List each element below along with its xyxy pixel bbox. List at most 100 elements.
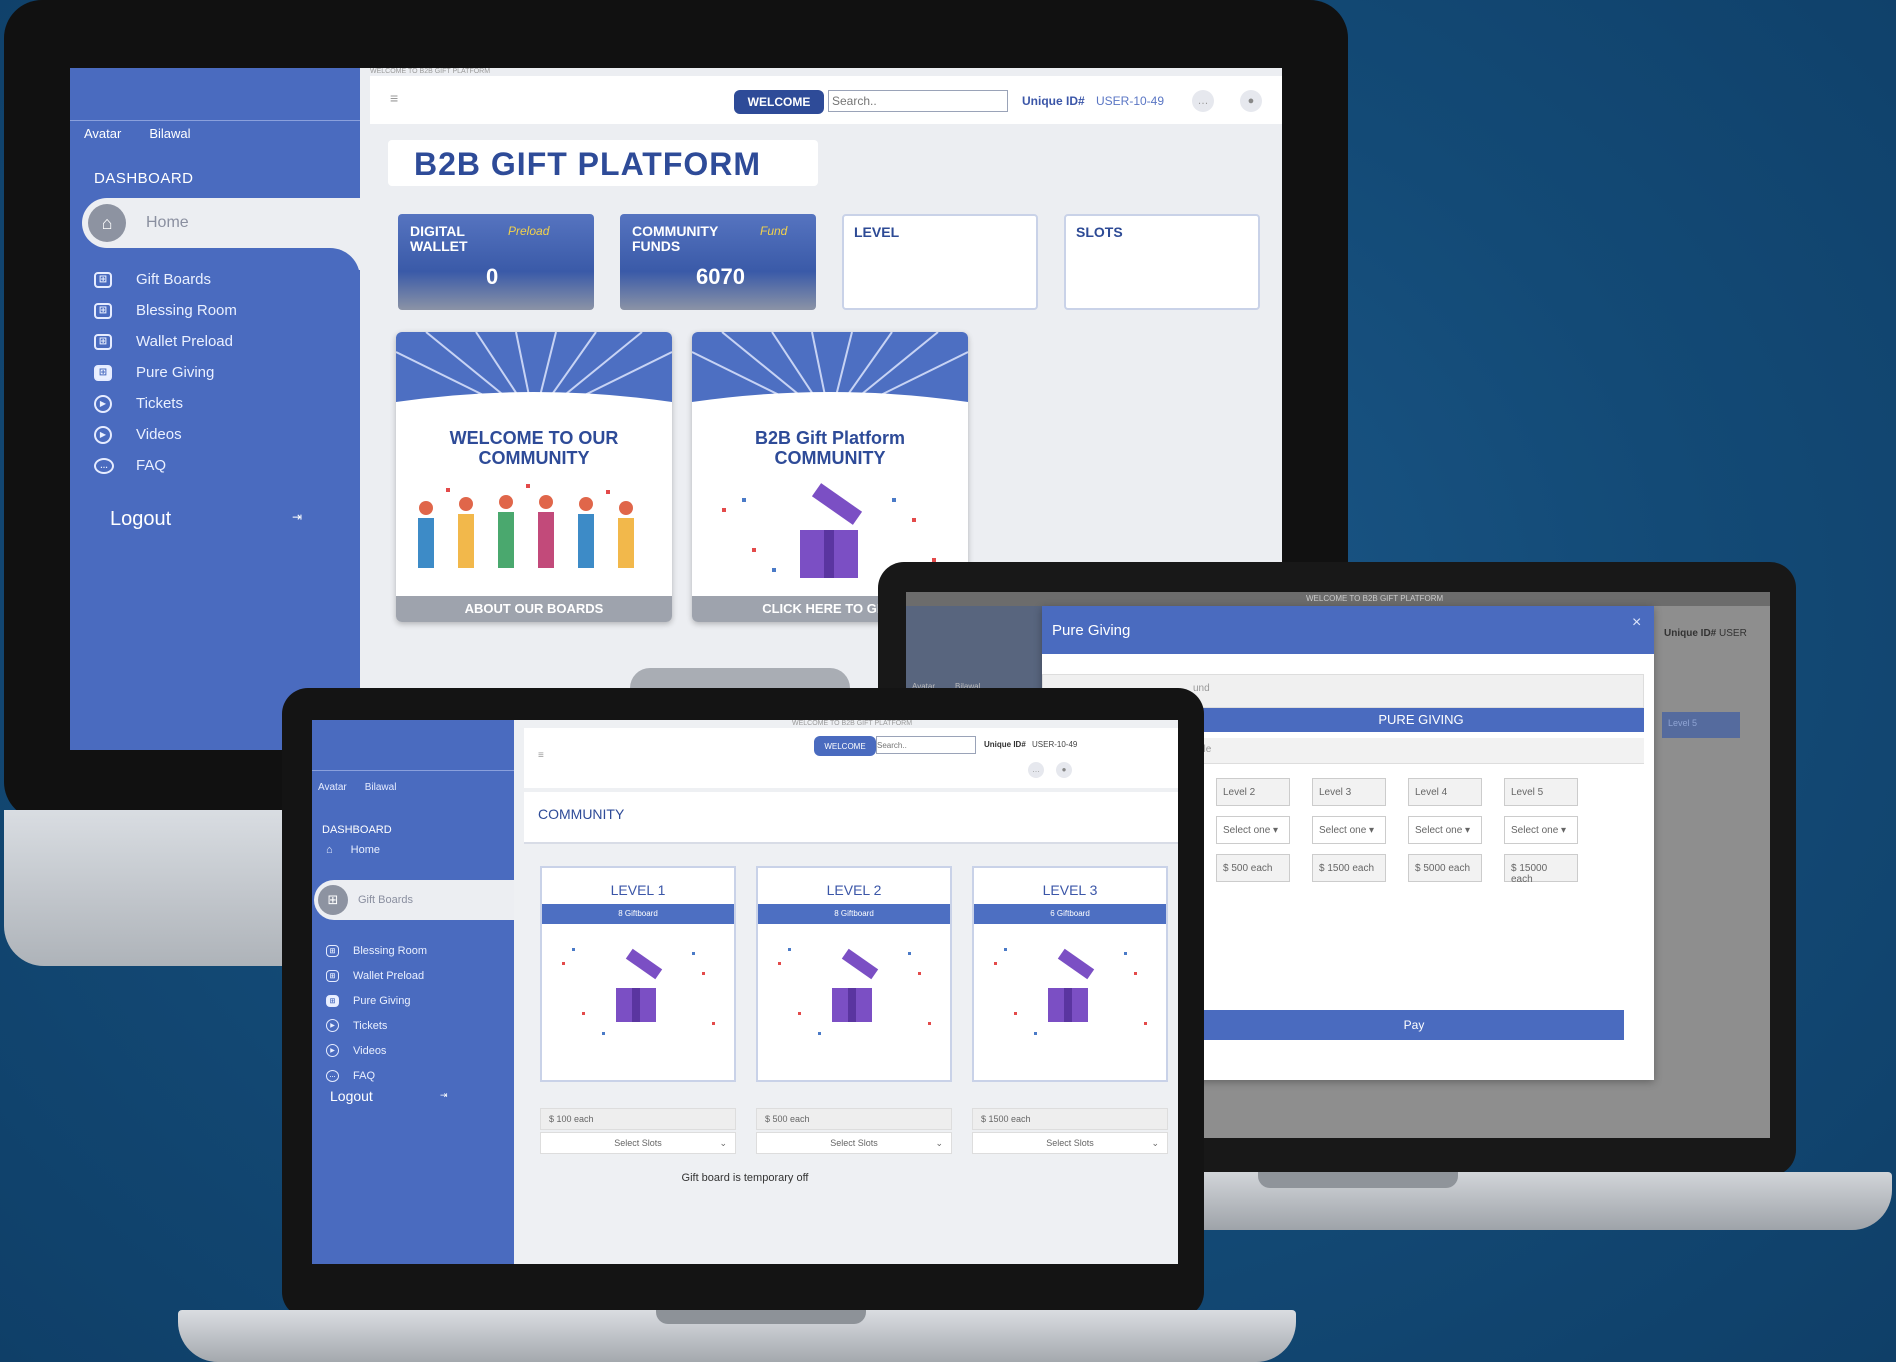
close-icon[interactable]: × [1632,614,1641,632]
level-5-label: Level 5 [1504,778,1578,806]
unique-id-label: Unique ID# [984,740,1026,749]
level-1-select-slots[interactable]: Select Slots ⌄ [540,1132,736,1154]
top-caption: WELCOME TO B2B GIFT PLATFORM [1306,594,1444,603]
sidebar-item-label: Blessing Room [136,302,237,319]
gift-icon: ⊞ [94,333,112,350]
promo-card-community[interactable]: WELCOME TO OUR COMMUNITY ABOUT OUR BOARD… [396,332,672,622]
menu-icon[interactable]: ≡ [390,90,398,106]
logout-icon[interactable]: ⇥ [440,1090,448,1101]
level-card[interactable]: LEVEL [842,214,1038,310]
modal-header: Pure Giving [1042,606,1654,654]
unique-id-value: USER-10-49 [1032,740,1078,749]
sidebar-item-wallet-preload[interactable]: ⊞ Wallet Preload [326,963,427,988]
sidebar-item-gift-boards[interactable]: ⊞ Gift Boards [94,264,237,295]
chat-icon[interactable]: … [1028,762,1044,778]
people-illustration [418,484,634,568]
chat-icon[interactable]: … [1192,90,1214,112]
modal-title: Pure Giving [1052,622,1131,639]
level-band: 6 Giftboard [974,904,1166,924]
sidebar-item-blessing-room[interactable]: ⊞ Blessing Room [326,938,427,963]
sidebar-item-label: Gift Boards [136,271,212,288]
sidebar-item-blessing-room[interactable]: ⊞ Blessing Room [94,295,237,326]
sidebar-item-label: Wallet Preload [136,333,233,350]
about-boards-button[interactable]: ABOUT OUR BOARDS [396,596,672,622]
sidebar-item-tickets[interactable]: ▶ Tickets [326,1013,427,1038]
level-4-select[interactable]: Select one ▾ [1408,816,1482,844]
page-title: B2B GIFT PLATFORM [388,140,818,186]
stat-tag: Fund [760,224,788,238]
sidebar-item-tickets[interactable]: ▶ Tickets [94,388,237,419]
unique-id-label: Unique ID# [1022,94,1085,108]
play-circle-icon: ▶ [326,1019,339,1032]
sidebar-item-label: Pure Giving [136,364,215,381]
search-input[interactable] [828,90,1008,112]
sidebar-item-label: FAQ [136,457,167,474]
sidebar-item-pure-giving[interactable]: ⊞ Pure Giving [326,988,427,1013]
sidebar-item-videos[interactable]: ▶ Videos [94,419,237,450]
level-title: LEVEL 3 [1042,882,1098,898]
rays-graphic [396,332,672,420]
sidebar-item-faq[interactable]: … FAQ [326,1063,427,1088]
level-title: LEVEL 2 [826,882,882,898]
top-caption: WELCOME TO B2B GIFT PLATFORM [792,720,913,727]
level-3-price: $ 1500 each [1312,854,1386,882]
search-input[interactable] [876,736,976,754]
logout-link[interactable]: Logout [110,508,171,531]
level-5-select[interactable]: Select one ▾ [1504,816,1578,844]
logout-icon[interactable]: ⇥ [292,510,302,524]
level-2-card[interactable]: LEVEL 2 8 Giftboard [756,866,952,1082]
topbar: ≡ WELCOME Unique ID# USER-10-49 … ● [524,728,1178,788]
sidebar-item-home[interactable]: ⌂ Home [326,844,380,856]
unique-id-label: Unique ID# USER [1664,628,1747,639]
level-2-label: Level 2 [1216,778,1290,806]
level-3-select[interactable]: Select one ▾ [1312,816,1386,844]
slots-card[interactable]: SLOTS [1064,214,1260,310]
level-title: LEVEL 1 [610,882,666,898]
level-3-select-slots[interactable]: Select Slots ⌄ [972,1132,1168,1154]
level-1-card[interactable]: LEVEL 1 8 Giftboard [540,866,736,1082]
sidebar-item-pure-giving[interactable]: ⊞ Pure Giving [94,357,237,388]
sidebar-item-gift-boards[interactable]: ⊞ Gift Boards [314,880,514,920]
level-2-price: $ 500 each [756,1108,952,1130]
section-title: COMMUNITY [538,806,625,822]
sidebar-nav: ⊞ Blessing Room ⊞ Wallet Preload ⊞ Pure Giv… [326,938,427,1088]
logout-link[interactable]: Logout [330,1088,373,1104]
promo-title: B2B Gift Platform COMMUNITY [754,428,905,468]
level-2-select[interactable]: Select one ▾ [1216,816,1290,844]
welcome-button[interactable]: WELCOME [734,90,824,114]
level-3-card[interactable]: LEVEL 3 6 Giftboard [972,866,1168,1082]
laptop-front-notch [656,1310,866,1324]
sidebar-item-label: Tickets [136,395,183,412]
avatar: Avatar [318,782,347,793]
gift-icon: ⊞ [94,271,112,288]
sidebar-item-videos[interactable]: ▶ Videos [326,1038,427,1063]
promo-title: WELCOME TO OUR COMMUNITY [449,428,619,468]
welcome-button[interactable]: WELCOME [814,736,876,756]
stat-value: 6070 [696,264,745,289]
stat-title: SLOTS [1076,224,1123,240]
play-circle-icon: ▶ [94,425,112,444]
gift-box-illustration [562,948,715,1035]
user-icon[interactable]: ● [1240,90,1262,112]
stat-title: LEVEL [854,224,900,240]
play-circle-icon: ▶ [326,1044,339,1057]
gift-box-illustration [994,948,1147,1035]
sidebar-item-label: Videos [136,426,182,443]
level-3-price: $ 1500 each [972,1108,1168,1130]
level-2-select-slots[interactable]: Select Slots ⌄ [756,1132,952,1154]
sidebar-item-faq[interactable]: … FAQ [94,450,237,481]
sidebar-item-home[interactable]: ⌂ Home [82,198,360,248]
laptop-back-notch [1258,1172,1458,1188]
digital-wallet-card[interactable]: DIGITAL WALLET Preload 0 [398,214,594,310]
stat-title: COMMUNITY FUNDS [632,223,719,254]
community-funds-card[interactable]: COMMUNITY FUNDS Fund 6070 [620,214,816,310]
gift-icon: ⊞ [326,969,339,982]
stat-value: 0 [486,264,499,289]
sidebar-item-wallet-preload[interactable]: ⊞ Wallet Preload [94,326,237,357]
user-icon[interactable]: ● [1056,762,1072,778]
level-band: 8 Giftboard [542,904,734,924]
menu-icon[interactable]: ≡ [538,750,544,761]
pay-button[interactable]: Pay [1204,1010,1624,1040]
sidebar-item-label: Wallet Preload [353,969,425,982]
unique-id-value: USER-10-49 [1096,94,1165,108]
